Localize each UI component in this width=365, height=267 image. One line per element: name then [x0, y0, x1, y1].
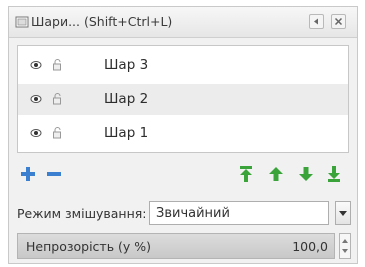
lower-to-bottom-icon[interactable] [325, 165, 343, 183]
chevron-down-icon [339, 211, 347, 216]
layers-dialog: Шари... (Shift+Ctrl+L) Шар 3 Шар 2 Шар 1… [8, 6, 358, 264]
minus-icon[interactable] [45, 165, 63, 183]
layer-row-selected[interactable]: Шар 2 [18, 84, 348, 115]
unlock-icon[interactable] [52, 126, 62, 140]
opacity-spinner[interactable] [339, 233, 351, 259]
close-icon [334, 17, 343, 26]
eye-icon[interactable] [30, 94, 42, 104]
layer-controls [17, 163, 349, 187]
unlock-icon[interactable] [52, 58, 62, 72]
layer-name: Шар 2 [104, 91, 149, 107]
opacity-value: 100,0 [292, 239, 328, 254]
layer-row[interactable]: Шар 3 [18, 50, 348, 81]
blend-mode-label: Режим змішування: [17, 206, 147, 221]
opacity-slider[interactable]: Непрозорість (у %) 100,0 [17, 233, 335, 259]
dialog-titlebar: Шари... (Shift+Ctrl+L) [9, 7, 357, 38]
spin-arrows-icon [342, 239, 348, 253]
layer-name: Шар 1 [104, 125, 149, 141]
eye-icon[interactable] [30, 60, 42, 70]
eye-icon[interactable] [30, 128, 42, 138]
layer-name: Шар 3 [104, 57, 149, 73]
raise-to-top-icon[interactable] [237, 165, 255, 183]
blend-mode-value: Звичайний [156, 206, 230, 221]
opacity-label: Непрозорість (у %) [26, 239, 152, 254]
blend-mode-dropdown-button[interactable] [335, 201, 351, 225]
dialog-title: Шари... (Shift+Ctrl+L) [31, 14, 173, 29]
dock-button[interactable] [309, 14, 324, 29]
layers-icon [15, 16, 29, 28]
unlock-icon[interactable] [52, 92, 62, 106]
dock-icon [314, 18, 318, 25]
layer-row[interactable]: Шар 1 [18, 118, 348, 149]
layers-list: Шар 3 Шар 2 Шар 1 [17, 45, 349, 153]
raise-icon[interactable] [267, 165, 285, 183]
lower-icon[interactable] [297, 165, 315, 183]
close-button[interactable] [331, 14, 346, 29]
plus-icon[interactable] [19, 165, 37, 183]
blend-mode-select[interactable]: Звичайний [149, 201, 329, 225]
